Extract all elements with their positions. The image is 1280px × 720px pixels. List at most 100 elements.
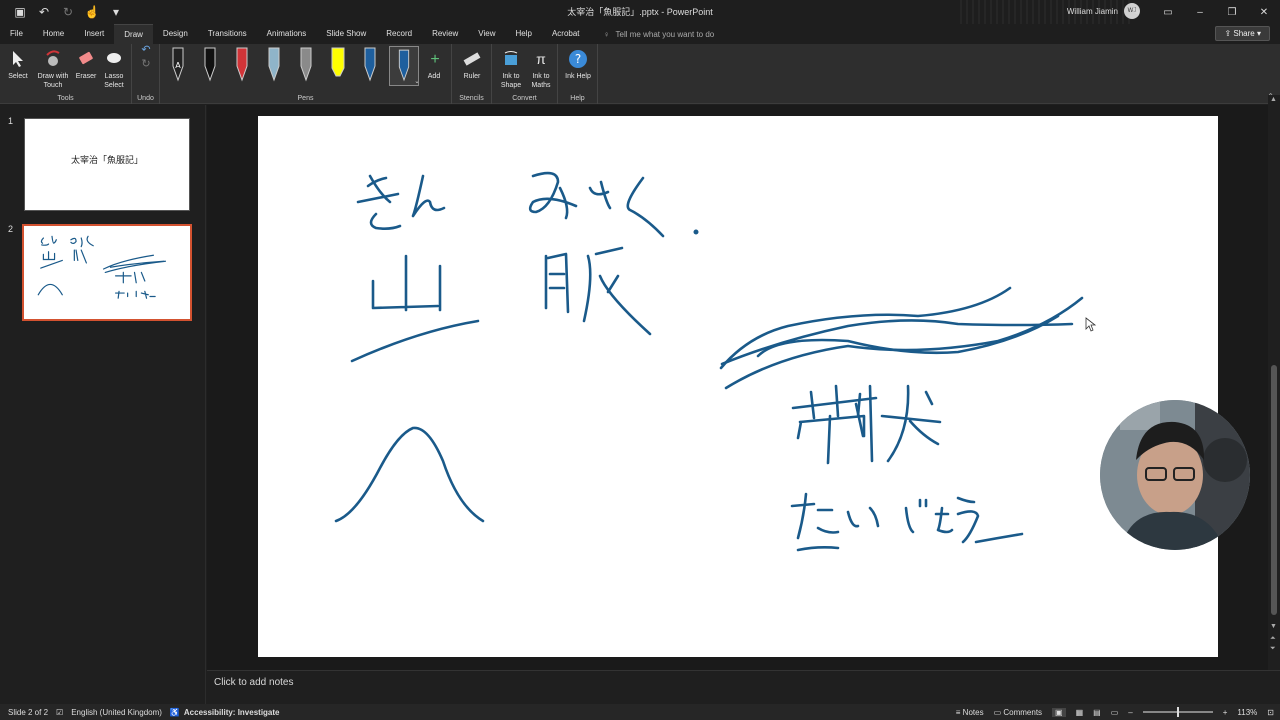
customize-qat-icon[interactable]: ▾ — [108, 4, 124, 20]
scroll-thumb[interactable] — [1271, 365, 1277, 615]
ink-ji — [904, 498, 928, 534]
slide-editing-area[interactable] — [207, 105, 1268, 670]
scroll-down-icon[interactable]: ▼ — [1270, 623, 1277, 630]
tab-design[interactable]: Design — [153, 24, 198, 44]
draw-touch-label: Draw with Touch — [37, 73, 69, 89]
ink-ta — [790, 492, 840, 540]
notes-placeholder: Click to add notes — [214, 677, 294, 688]
ink-u — [956, 496, 980, 544]
pen-black-a[interactable]: A — [166, 46, 190, 84]
ruler-button[interactable]: Ruler — [458, 48, 486, 81]
redo-icon[interactable]: ↻ — [60, 4, 76, 20]
share-button[interactable]: ⇪ Share ▾ — [1215, 26, 1270, 41]
minimize-icon[interactable]: – — [1184, 0, 1216, 24]
scroll-up-icon[interactable]: ▲ — [1270, 96, 1277, 103]
slide-thumbnail-2[interactable] — [22, 224, 192, 321]
ink-yo — [934, 506, 954, 534]
tab-insert[interactable]: Insert — [74, 24, 114, 44]
ink-redo-icon[interactable]: ↻ — [138, 59, 154, 70]
previous-slide-icon[interactable]: ⏶ — [1270, 635, 1276, 643]
fit-slide-icon[interactable]: ⊡ — [1267, 708, 1274, 717]
eraser-label: Eraser — [75, 73, 97, 80]
share-label: Share — [1233, 29, 1255, 38]
tab-animations[interactable]: Animations — [257, 24, 317, 44]
ink-shape-icon — [500, 48, 522, 70]
pi-icon: π — [536, 50, 546, 67]
close-icon[interactable]: ✕ — [1248, 0, 1280, 24]
coauthor-icon[interactable]: ✎ — [1120, 0, 1152, 24]
slide-2-thumbnail-ink — [37, 235, 167, 299]
ink-drawing[interactable] — [258, 116, 1218, 657]
tools-group-label: Tools — [57, 95, 74, 102]
stencils-group-label: Stencils — [459, 95, 484, 102]
pen-galaxy[interactable] — [262, 46, 286, 84]
ink-tai-underline — [796, 546, 840, 552]
svg-text:⌄: ⌄ — [414, 77, 419, 85]
accessibility-icon: ♿ — [169, 707, 180, 717]
pen-red[interactable] — [230, 46, 254, 84]
restore-icon[interactable]: ❐ — [1216, 0, 1248, 24]
ink-n — [411, 174, 446, 218]
powerpoint-window: ▣ ↶ ↻ ☝ ▾ 太宰治「魚服記」.pptx - PowerPoint Wil… — [0, 0, 1280, 720]
ribbon-display-icon[interactable]: ▭ — [1152, 0, 1184, 24]
tab-home[interactable]: Home — [33, 24, 74, 44]
eraser-button[interactable]: Eraser — [73, 48, 99, 81]
ink-wave-2 — [720, 319, 1074, 366]
ink-undo-icon[interactable]: ↶ — [138, 45, 154, 56]
pen-blue[interactable] — [358, 46, 382, 84]
next-slide-icon[interactable]: ⏷ — [1270, 645, 1276, 653]
status-right: ≡ Notes ▭ Comments ▣ ▦ ▤ ▭ – + 113% ⊡ — [956, 704, 1274, 720]
ribbon-tabs: File Home Insert Draw Design Transitions… — [0, 24, 1280, 44]
status-bar: Slide 2 of 2 ☑ English (United Kingdom) … — [0, 704, 1280, 720]
touch-mode-icon[interactable]: ☝ — [84, 4, 100, 20]
pencil-gray[interactable] — [294, 46, 318, 84]
slide-sorter-icon[interactable]: ▦ — [1076, 708, 1084, 717]
notes-toggle[interactable]: ≡ Notes — [956, 708, 984, 717]
zoom-slider[interactable] — [1142, 707, 1213, 717]
convert-group-label: Convert — [512, 95, 537, 102]
tab-file[interactable]: File — [0, 24, 33, 44]
slide-thumbnail-1[interactable]: 太宰治「魚服記」 — [24, 118, 190, 211]
ink-dot — [693, 229, 699, 235]
pen-blue-selected[interactable]: ⌄ — [389, 46, 419, 86]
select-button[interactable]: Select — [4, 48, 32, 81]
select-label: Select — [8, 73, 28, 80]
tab-transitions[interactable]: Transitions — [198, 24, 257, 44]
highlighter-yellow[interactable] — [326, 46, 350, 84]
tab-slide-show[interactable]: Slide Show — [316, 24, 376, 44]
pens-group-label: Pens — [297, 95, 314, 102]
tab-record[interactable]: Record — [376, 24, 422, 44]
presenter-video — [1100, 400, 1250, 550]
reading-view-icon[interactable]: ▤ — [1093, 708, 1101, 717]
slide-show-icon[interactable]: ▭ — [1111, 708, 1119, 717]
accessibility-status[interactable]: ♿ Accessibility: Investigate — [170, 708, 280, 717]
ink-i — [846, 506, 880, 528]
zoom-out-icon[interactable]: – — [1128, 708, 1132, 717]
slide-canvas[interactable] — [258, 116, 1218, 657]
plus-icon: + — [430, 50, 440, 68]
zoom-in-icon[interactable]: + — [1223, 708, 1228, 717]
lasso-select-button[interactable]: Lasso Select — [100, 48, 128, 90]
pen-black[interactable] — [198, 46, 222, 84]
language-indicator[interactable]: English (United Kingdom) — [71, 708, 162, 717]
tell-me-box[interactable]: ♀ Tell me what you want to do — [604, 30, 715, 39]
undo-icon[interactable]: ↶ — [36, 4, 52, 20]
save-icon[interactable]: ▣ — [12, 4, 28, 20]
ink-to-shape-button[interactable]: Ink to Shape — [496, 48, 526, 90]
spelling-icon[interactable]: ☑ — [56, 708, 63, 717]
add-pen-button[interactable]: + Add — [424, 48, 444, 81]
tab-review[interactable]: Review — [422, 24, 468, 44]
tab-draw[interactable]: Draw — [114, 24, 153, 44]
ink-myaku — [544, 246, 652, 336]
comments-toggle[interactable]: ▭ Comments — [994, 708, 1042, 717]
tab-acrobat[interactable]: Acrobat — [542, 24, 590, 44]
zoom-level[interactable]: 113% — [1237, 708, 1257, 717]
notes-pane[interactable]: Click to add notes — [207, 670, 1280, 704]
ink-to-maths-button[interactable]: π Ink to Maths — [526, 48, 556, 90]
vertical-scrollbar[interactable]: ▲ ▼ ⏶ ⏷ — [1268, 95, 1280, 660]
ink-help-button[interactable]: ? Ink Help — [564, 48, 592, 81]
tab-help[interactable]: Help — [506, 24, 542, 44]
draw-with-touch-button[interactable]: Draw with Touch — [32, 48, 74, 90]
tab-view[interactable]: View — [468, 24, 505, 44]
normal-view-icon[interactable]: ▣ — [1052, 707, 1066, 717]
